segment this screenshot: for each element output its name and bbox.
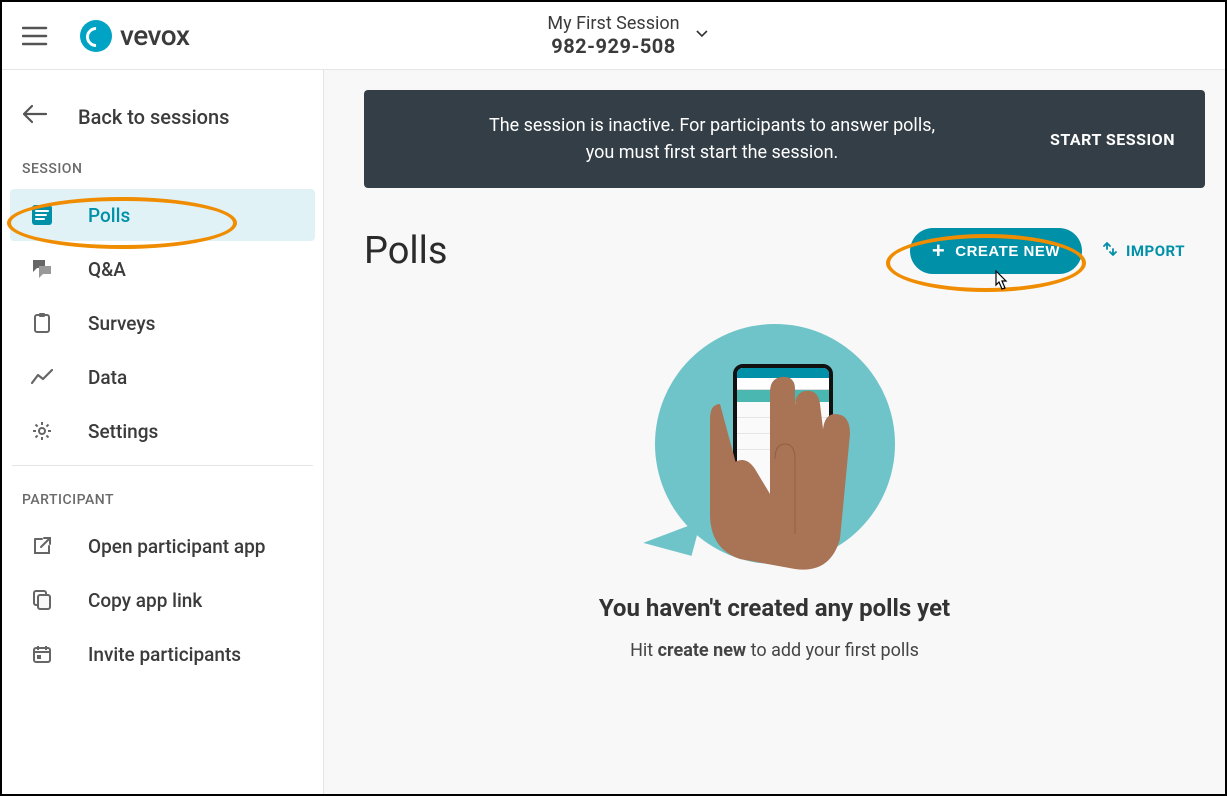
import-icon: [1102, 241, 1118, 261]
chat-icon: [30, 257, 54, 281]
sidebar-item-label: Surveys: [88, 312, 155, 335]
banner-message: The session is inactive. For participant…: [394, 112, 1030, 166]
sidebar-item-invite[interactable]: Invite participants: [10, 628, 315, 680]
sidebar-item-label: Data: [88, 366, 127, 389]
chart-line-icon: [30, 365, 54, 389]
arrow-left-icon: [22, 104, 48, 129]
create-new-button[interactable]: + CREATE NEW: [910, 228, 1082, 274]
gear-icon: [30, 419, 54, 443]
session-id: 982-929-508: [547, 34, 679, 58]
sidebar-item-label: Settings: [88, 420, 158, 443]
brand-text: vevox: [120, 19, 189, 52]
empty-sub-bold: create new: [658, 640, 746, 661]
inactive-session-banner: The session is inactive. For participant…: [364, 90, 1205, 188]
empty-state-subtext: Hit create new to add your first polls: [324, 640, 1225, 661]
session-selector[interactable]: My First Session 982-929-508: [547, 13, 679, 58]
sidebar-divider: [12, 465, 313, 466]
import-button[interactable]: IMPORT: [1102, 241, 1185, 261]
start-session-button[interactable]: START SESSION: [1050, 130, 1175, 149]
session-name: My First Session: [547, 13, 679, 34]
calendar-icon: [30, 642, 54, 666]
import-label: IMPORT: [1126, 242, 1185, 260]
sidebar-item-label: Polls: [88, 204, 130, 227]
sidebar: Back to sessions SESSION Polls Q&A Surve…: [2, 70, 324, 794]
plus-icon: +: [932, 240, 945, 262]
menu-button[interactable]: [22, 26, 50, 46]
empty-state-heading: You haven't created any polls yet: [324, 594, 1225, 622]
poll-icon: [30, 203, 54, 227]
sidebar-item-label: Copy app link: [88, 589, 202, 612]
sidebar-item-settings[interactable]: Settings: [10, 405, 315, 457]
sidebar-item-qa[interactable]: Q&A: [10, 243, 315, 295]
brand-logo[interactable]: vevox: [80, 19, 189, 52]
main-content: The session is inactive. For participant…: [324, 70, 1225, 794]
clipboard-icon: [30, 311, 54, 335]
section-label-session: SESSION: [2, 143, 323, 187]
back-to-sessions[interactable]: Back to sessions: [2, 90, 323, 143]
caret-down-icon: [696, 23, 708, 42]
sidebar-item-surveys[interactable]: Surveys: [10, 297, 315, 349]
back-label: Back to sessions: [78, 105, 229, 129]
empty-sub-prefix: Hit: [630, 640, 658, 661]
empty-state: You haven't created any polls yet Hit cr…: [324, 314, 1225, 661]
sidebar-item-copy-link[interactable]: Copy app link: [10, 574, 315, 626]
sidebar-item-label: Invite participants: [88, 643, 241, 666]
sidebar-item-polls[interactable]: Polls: [10, 189, 315, 241]
copy-icon: [30, 588, 54, 612]
sidebar-item-label: Open participant app: [88, 535, 265, 558]
create-new-label: CREATE NEW: [955, 243, 1060, 260]
banner-line2: you must first start the session.: [586, 142, 839, 163]
empty-illustration: [645, 314, 905, 574]
brand-icon: [80, 20, 112, 52]
sidebar-item-open-app[interactable]: Open participant app: [10, 520, 315, 572]
banner-line1: The session is inactive. For participant…: [489, 115, 935, 136]
sidebar-item-data[interactable]: Data: [10, 351, 315, 403]
sidebar-item-label: Q&A: [88, 258, 126, 281]
page-title: Polls: [364, 229, 448, 273]
empty-sub-suffix: to add your first polls: [746, 640, 919, 661]
app-header: vevox My First Session 982-929-508: [2, 2, 1225, 70]
section-label-participant: PARTICIPANT: [2, 474, 323, 518]
external-link-icon: [30, 534, 54, 558]
